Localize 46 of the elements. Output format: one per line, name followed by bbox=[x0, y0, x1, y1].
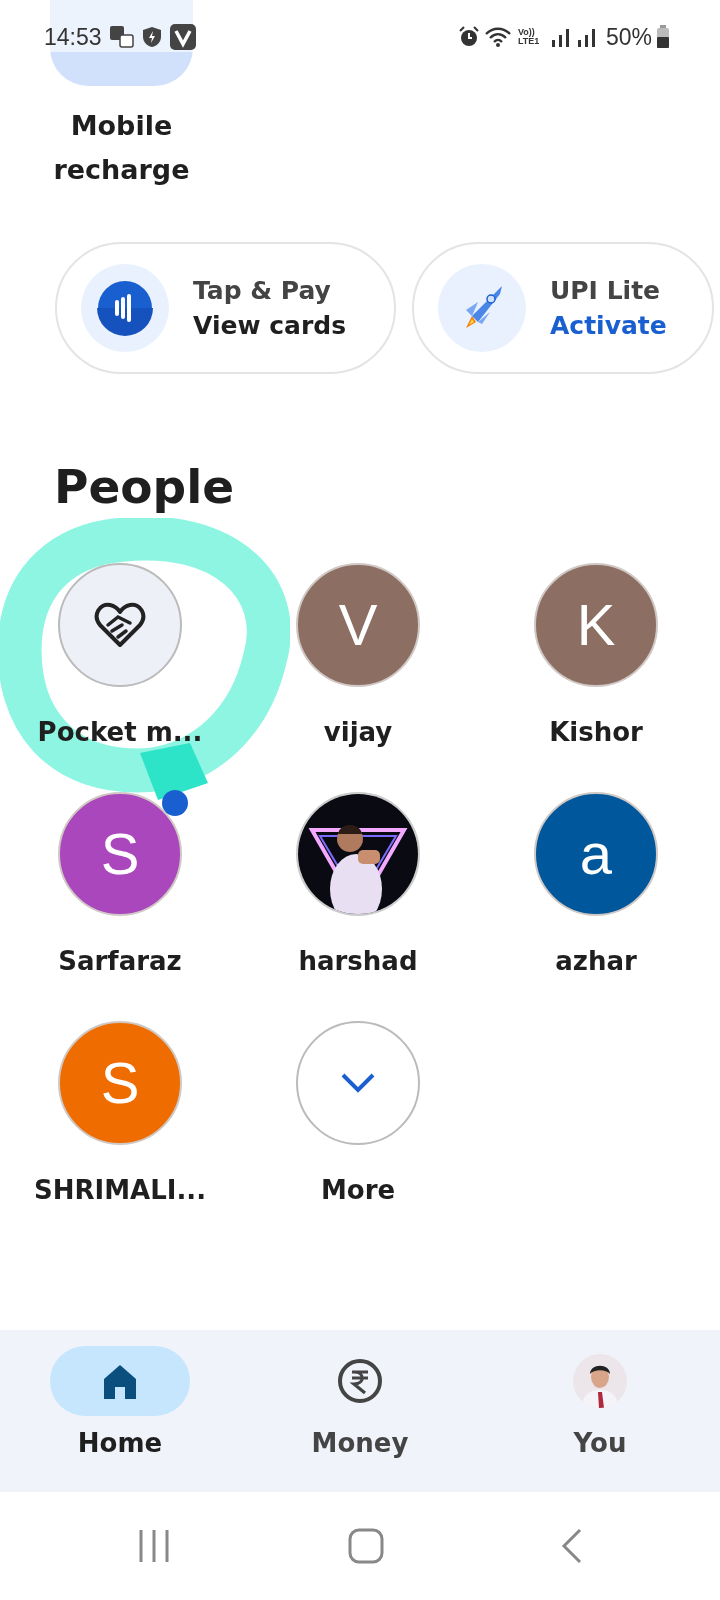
status-time: 14:53 bbox=[44, 22, 102, 52]
nav-tab[interactable]: You bbox=[480, 1346, 720, 1463]
contact[interactable]: harshad bbox=[240, 791, 476, 981]
rupee-icon bbox=[337, 1358, 383, 1404]
battery-level: 50% bbox=[605, 22, 652, 52]
signal-icon bbox=[575, 26, 598, 48]
contact-name: Pocket m... bbox=[37, 715, 203, 749]
contact[interactable]: More bbox=[240, 1020, 476, 1210]
contact[interactable]: a azhar bbox=[476, 791, 716, 981]
contact-name: Sarfaraz bbox=[58, 944, 182, 978]
contact[interactable]: V vijay bbox=[240, 562, 476, 752]
contact-name: azhar bbox=[555, 944, 637, 978]
back-icon[interactable] bbox=[560, 1528, 584, 1564]
contact-avatar: V bbox=[296, 562, 420, 687]
contact-name: harshad bbox=[298, 944, 418, 978]
home-button-icon[interactable] bbox=[348, 1528, 384, 1564]
translate-icon bbox=[109, 26, 134, 48]
contact-name: SHRIMALI... bbox=[33, 1173, 206, 1207]
chevron-down-icon bbox=[340, 1071, 376, 1094]
section-heading: People bbox=[54, 458, 236, 516]
signal-icon bbox=[549, 26, 572, 48]
contactless-icon bbox=[97, 280, 153, 336]
contact-avatar: a bbox=[534, 791, 658, 916]
contact-name: vijay bbox=[323, 715, 393, 749]
tile-label: Mobile recharge bbox=[52, 109, 191, 187]
shield-icon bbox=[141, 26, 162, 48]
quick-action-button[interactable]: Tap & Pay View cards bbox=[55, 242, 396, 374]
nav-tab[interactable]: Home bbox=[0, 1346, 240, 1463]
contact-avatar: S bbox=[58, 1020, 182, 1145]
contact-avatar: K bbox=[534, 562, 658, 687]
alarm-icon bbox=[457, 26, 480, 48]
action-title: Tap & Pay bbox=[193, 275, 332, 307]
contact-name: Kishor bbox=[549, 715, 643, 749]
battery-icon bbox=[656, 25, 670, 49]
heart-hands-icon bbox=[94, 600, 146, 649]
app-icon bbox=[169, 24, 196, 50]
quick-action-button[interactable]: UPI Lite Activate bbox=[412, 242, 714, 374]
action-label: Activate bbox=[550, 310, 667, 342]
action-label: View cards bbox=[193, 310, 347, 342]
contact[interactable]: S Sarfaraz bbox=[0, 791, 240, 981]
action-title: UPI Lite bbox=[550, 275, 662, 307]
network-label: Vo)) LTE1 bbox=[517, 28, 541, 46]
nav-tab[interactable]: Money bbox=[240, 1346, 480, 1463]
contact-name: More bbox=[320, 1173, 396, 1207]
contact[interactable]: S SHRIMALI... bbox=[0, 1020, 240, 1210]
contact[interactable]: K Kishor bbox=[476, 562, 716, 752]
